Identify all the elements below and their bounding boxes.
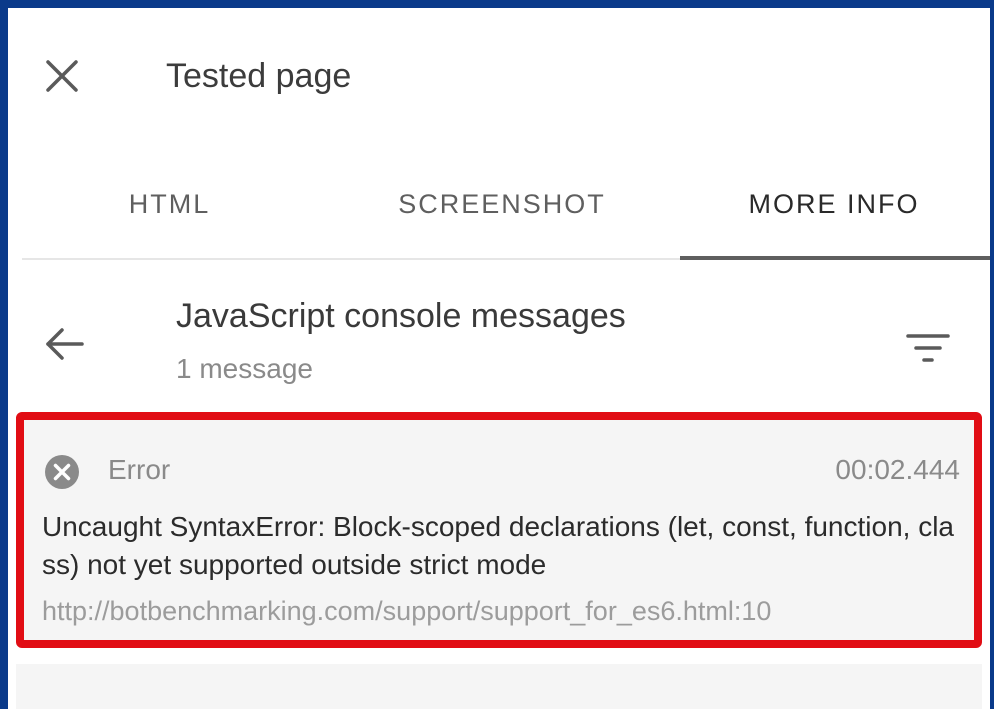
close-button[interactable] (38, 52, 86, 100)
filter-button[interactable] (900, 322, 956, 374)
back-button[interactable] (38, 318, 90, 370)
console-message[interactable]: Error 00:02.444 Uncaught SyntaxError: Bl… (16, 412, 982, 648)
tested-page-panel: Tested page HTML SCREENSHOT MORE INFO Ja… (8, 8, 990, 709)
close-icon (46, 60, 78, 92)
arrow-back-icon (46, 328, 84, 360)
console-section-header: JavaScript console messages 1 message (8, 278, 990, 408)
next-message-placeholder (16, 664, 982, 709)
error-circle-icon (44, 454, 80, 490)
tab-more-info[interactable]: MORE INFO (680, 168, 988, 258)
section-title: JavaScript console messages (176, 297, 626, 335)
message-timestamp: 00:02.444 (835, 454, 960, 485)
tab-bar: HTML SCREENSHOT MORE INFO (22, 168, 990, 260)
active-tab-indicator (680, 256, 990, 260)
message-text: Uncaught SyntaxError: Block-scoped decla… (42, 511, 954, 580)
page-title: Tested page (166, 57, 352, 95)
message-level: Error (108, 454, 171, 485)
filter-icon (906, 334, 950, 362)
panel-header: Tested page (8, 8, 990, 148)
message-count: 1 message (176, 353, 313, 384)
tab-screenshot[interactable]: SCREENSHOT (352, 168, 652, 258)
message-source-link[interactable]: http://botbenchmarking.com/support/suppo… (42, 592, 771, 630)
tab-html[interactable]: HTML (22, 168, 317, 258)
